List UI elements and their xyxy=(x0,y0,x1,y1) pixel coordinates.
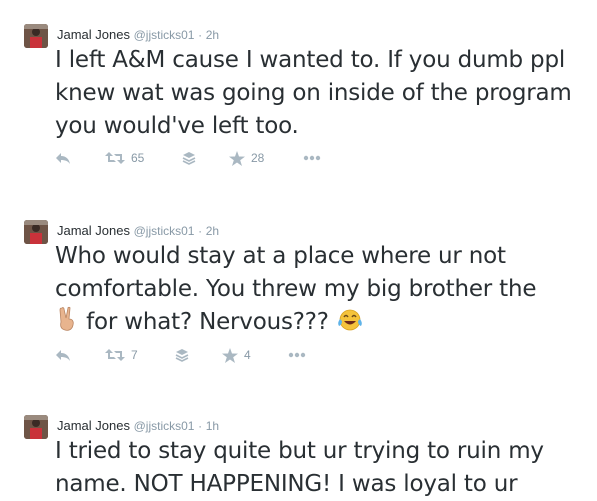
stack-icon xyxy=(175,349,189,362)
favorite-count: 4 xyxy=(244,348,251,362)
tweet-actions: 7 4 xyxy=(55,347,355,363)
tweet-text: I left A&M cause I wanted to. If you dum… xyxy=(55,47,572,139)
retweet-icon xyxy=(105,349,125,361)
retweet-button[interactable]: 65 xyxy=(105,150,144,166)
reply-button[interactable] xyxy=(55,347,71,363)
separator: · xyxy=(198,419,203,433)
timestamp[interactable]: 1h xyxy=(206,419,219,433)
tweet-header: Jamal Jones @jjsticks01 · 2h xyxy=(57,27,219,43)
author-name[interactable]: Jamal Jones xyxy=(57,223,130,238)
tweet-header: Jamal Jones @jjsticks01 · 2h xyxy=(57,223,219,239)
more-button[interactable] xyxy=(288,347,306,363)
author-name[interactable]: Jamal Jones xyxy=(57,418,130,433)
retweet-button[interactable]: 7 xyxy=(105,347,138,363)
author-handle[interactable]: @jjsticks01 xyxy=(134,28,195,42)
stack-button[interactable] xyxy=(182,150,196,166)
tweet-text-part-2: for what? Nervous??? xyxy=(86,309,329,335)
avatar[interactable] xyxy=(24,24,48,48)
reply-icon xyxy=(56,153,70,164)
avatar[interactable] xyxy=(24,220,48,244)
separator: · xyxy=(198,224,203,238)
star-icon xyxy=(229,150,245,166)
star-icon xyxy=(222,347,238,363)
author-name[interactable]: Jamal Jones xyxy=(57,27,130,42)
more-dots-icon xyxy=(288,352,306,358)
author-handle[interactable]: @jjsticks01 xyxy=(134,224,195,238)
tweet-text-part-1: Who would stay at a place where ur not c… xyxy=(55,243,537,302)
reply-button[interactable] xyxy=(55,150,71,166)
more-dots-icon xyxy=(303,155,321,161)
tweet-actions: 65 28 xyxy=(55,150,355,166)
retweet-count: 65 xyxy=(131,151,145,165)
tweet-text: Who would stay at a place where ur not c… xyxy=(55,240,585,342)
retweet-count: 7 xyxy=(131,348,138,362)
stack-icon xyxy=(182,152,196,165)
author-handle[interactable]: @jjsticks01 xyxy=(134,419,195,433)
timestamp[interactable]: 2h xyxy=(206,224,219,238)
retweet-icon xyxy=(105,152,125,164)
favorite-button[interactable]: 4 xyxy=(222,347,251,363)
tweet-text: I tried to stay quite but ur trying to r… xyxy=(55,438,544,497)
stack-button[interactable] xyxy=(175,347,189,363)
separator: · xyxy=(198,28,203,42)
tears-of-joy-emoji xyxy=(336,308,364,342)
reply-icon xyxy=(56,350,70,361)
tweet-header: Jamal Jones @jjsticks01 · 1h xyxy=(57,418,219,434)
timestamp[interactable]: 2h xyxy=(206,28,219,42)
more-button[interactable] xyxy=(303,150,321,166)
favorite-count: 28 xyxy=(251,151,265,165)
favorite-button[interactable]: 28 xyxy=(229,150,264,166)
victory-hand-emoji xyxy=(55,306,79,342)
avatar[interactable] xyxy=(24,415,48,439)
